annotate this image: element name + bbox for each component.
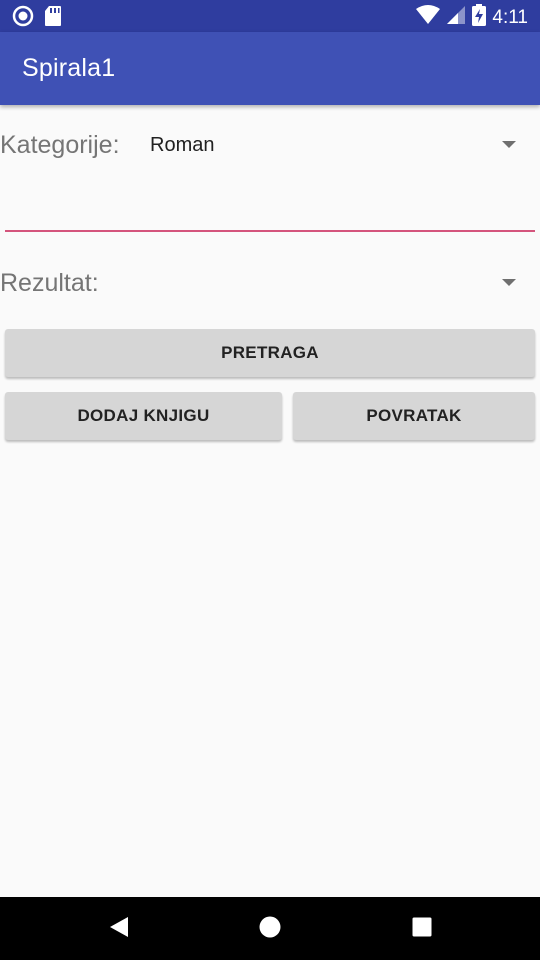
category-spinner-value: Roman xyxy=(150,134,215,156)
category-label: Kategorije: xyxy=(0,131,120,159)
status-bar: 4:11 xyxy=(0,0,540,32)
result-label: Rezultat: xyxy=(0,269,99,297)
cell-signal-icon xyxy=(446,5,466,31)
wifi-icon xyxy=(416,5,441,31)
search-button[interactable]: PRETRAGA xyxy=(5,329,535,377)
status-time: 4:11 xyxy=(492,7,528,28)
category-spinner[interactable]: Roman xyxy=(140,120,535,170)
battery-charging-icon xyxy=(472,4,487,32)
app-bar: Spirala1 xyxy=(0,32,540,105)
search-input[interactable] xyxy=(5,180,535,232)
result-dropdown-arrow-icon xyxy=(502,279,516,286)
back-button[interactable]: POVRATAK xyxy=(293,392,535,440)
navigation-bar xyxy=(0,897,540,960)
circle-notification-icon xyxy=(12,5,34,32)
add-book-button[interactable]: DODAJ KNJIGU xyxy=(5,392,282,440)
status-left-icons xyxy=(12,5,62,32)
app-title: Spirala1 xyxy=(22,54,116,82)
category-dropdown-arrow-icon xyxy=(502,141,516,148)
sd-card-icon xyxy=(44,5,62,32)
result-spinner[interactable] xyxy=(140,258,535,308)
home-icon[interactable] xyxy=(258,915,282,944)
recents-icon[interactable] xyxy=(411,915,433,944)
back-icon[interactable] xyxy=(108,915,130,944)
status-right-icons: 4:11 xyxy=(416,4,528,32)
